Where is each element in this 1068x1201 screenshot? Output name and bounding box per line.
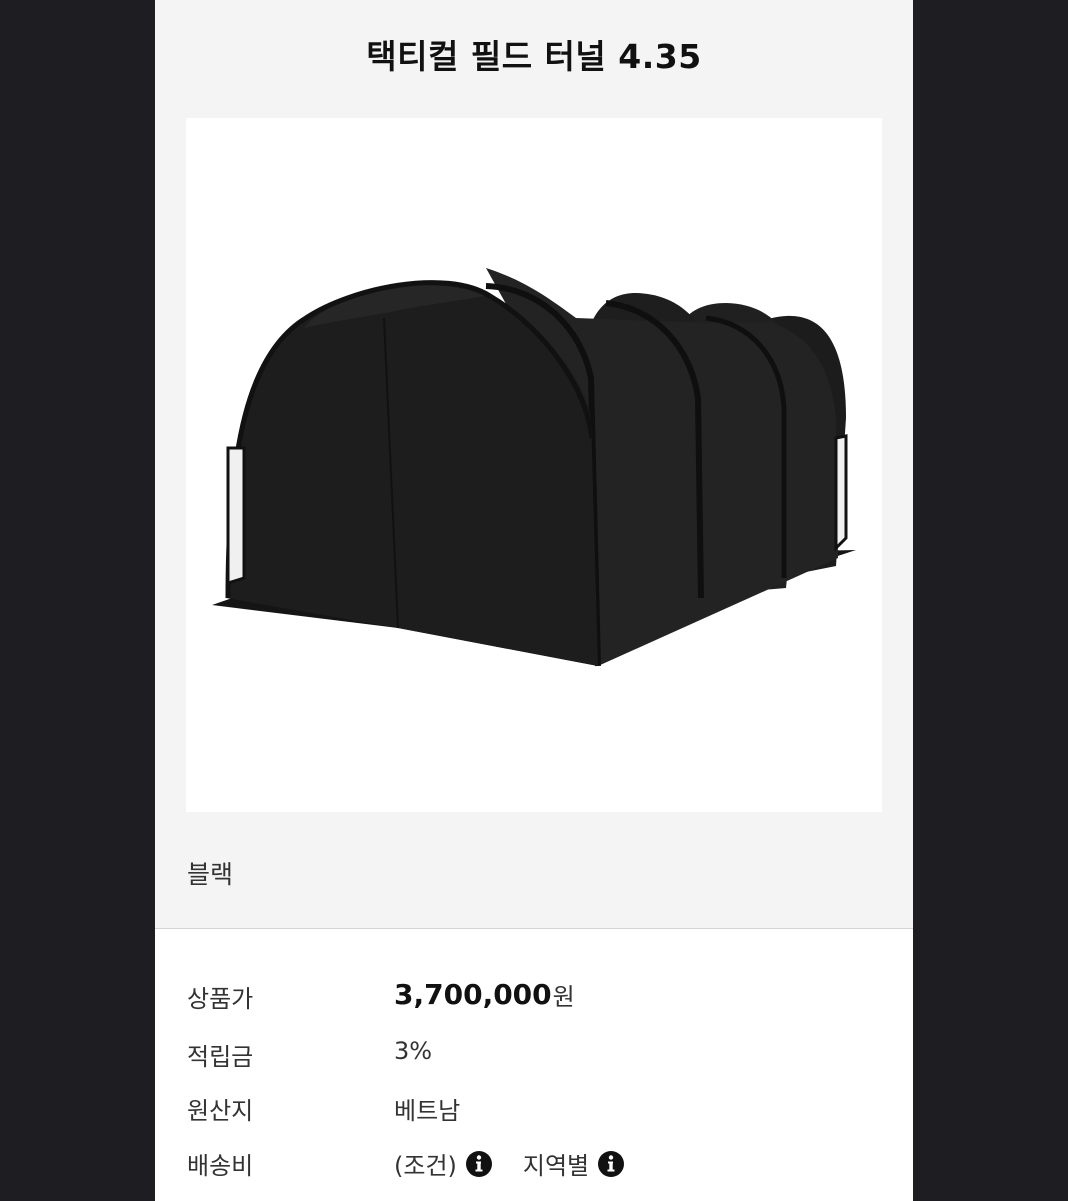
product-title: 택티컬 필드 터널 4.35: [366, 37, 702, 76]
shipping-label: 배송비: [187, 1152, 254, 1180]
price-value: 3,700,000: [394, 978, 552, 1011]
color-option[interactable]: 블랙: [187, 855, 233, 891]
info-icon[interactable]: [465, 1150, 493, 1178]
product-info-panel: 상품가 3,700,000 원 적립금 3% 원산지 베트남 배송비 (조건): [155, 928, 913, 1201]
origin-value: 베트남: [394, 1097, 461, 1125]
product-image[interactable]: [186, 118, 882, 812]
price-row: 상품가 3,700,000 원: [187, 977, 887, 1019]
price-value-group: 3,700,000 원: [394, 977, 575, 1012]
origin-row: 원산지 베트남: [187, 1091, 887, 1131]
product-page: 택티컬 필드 터널 4.35 블랙 상품가 3,700,000 원 적립금 3%…: [155, 0, 913, 1201]
shipping-condition: (조건): [394, 1152, 457, 1180]
info-icon[interactable]: [597, 1150, 625, 1178]
origin-label: 원산지: [187, 1097, 254, 1125]
shipping-region: 지역별: [522, 1152, 590, 1180]
points-row: 적립금 3%: [187, 1037, 887, 1077]
price-label: 상품가: [187, 985, 254, 1013]
price-unit: 원: [552, 983, 575, 1011]
points-value: 3%: [394, 1037, 433, 1065]
shipping-row: 배송비 (조건) 지역별: [187, 1146, 887, 1186]
shipping-value-group: (조건) 지역별: [394, 1146, 625, 1181]
tent-illustration: [212, 268, 856, 667]
points-label: 적립금: [187, 1043, 254, 1071]
